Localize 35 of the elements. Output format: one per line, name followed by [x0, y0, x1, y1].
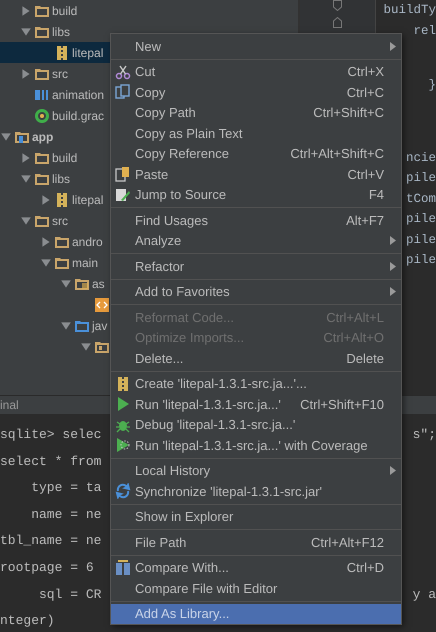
code-line: } — [428, 77, 436, 94]
tree-item-label: main — [72, 256, 98, 270]
tree-item-label: litepal — [72, 46, 104, 60]
terminal-text: tbl_name = ne — [0, 532, 102, 550]
tree-item-label: app — [32, 130, 54, 144]
terminal-text: s"; — [412, 426, 436, 444]
terminal-text: name = ne — [30, 506, 102, 524]
tree-item-label: animation — [52, 88, 104, 102]
tree-item-label: src — [52, 66, 68, 80]
code-line: tCom — [406, 190, 436, 208]
tree-item-label: src — [52, 214, 68, 228]
tree-item-label: jav — [92, 318, 108, 332]
terminal-text: rootpage = 6 — [0, 558, 94, 577]
terminal-text: sqlite> selec — [0, 426, 102, 444]
tree-item-label: build.grac — [52, 108, 104, 122]
code-line: pile — [406, 211, 436, 228]
code-line: buildTy — [383, 2, 436, 19]
terminal-text: y a — [412, 586, 436, 604]
code-line: pile — [406, 232, 436, 248]
terminal-text: select * from — [0, 452, 102, 471]
code-line: pile — [406, 252, 436, 269]
terminal-text: type = ta — [30, 479, 102, 498]
code-line: rel — [413, 22, 436, 40]
tree-item-label: libs — [52, 172, 70, 186]
tree-item-label: build — [52, 150, 78, 164]
code-line: ncie — [406, 150, 436, 166]
tree-item-label: build — [52, 4, 78, 18]
tree-item-label: litepal — [72, 192, 104, 206]
tree-item-label: as — [92, 276, 105, 290]
terminal-title: inal — [0, 398, 19, 412]
tree-item-label: andro — [72, 234, 103, 248]
tree-item-label: libs — [52, 24, 70, 38]
terminal-text: nteger) — [0, 612, 55, 630]
terminal-text: sql = CR — [38, 586, 102, 604]
code-line: pile — [406, 170, 436, 187]
